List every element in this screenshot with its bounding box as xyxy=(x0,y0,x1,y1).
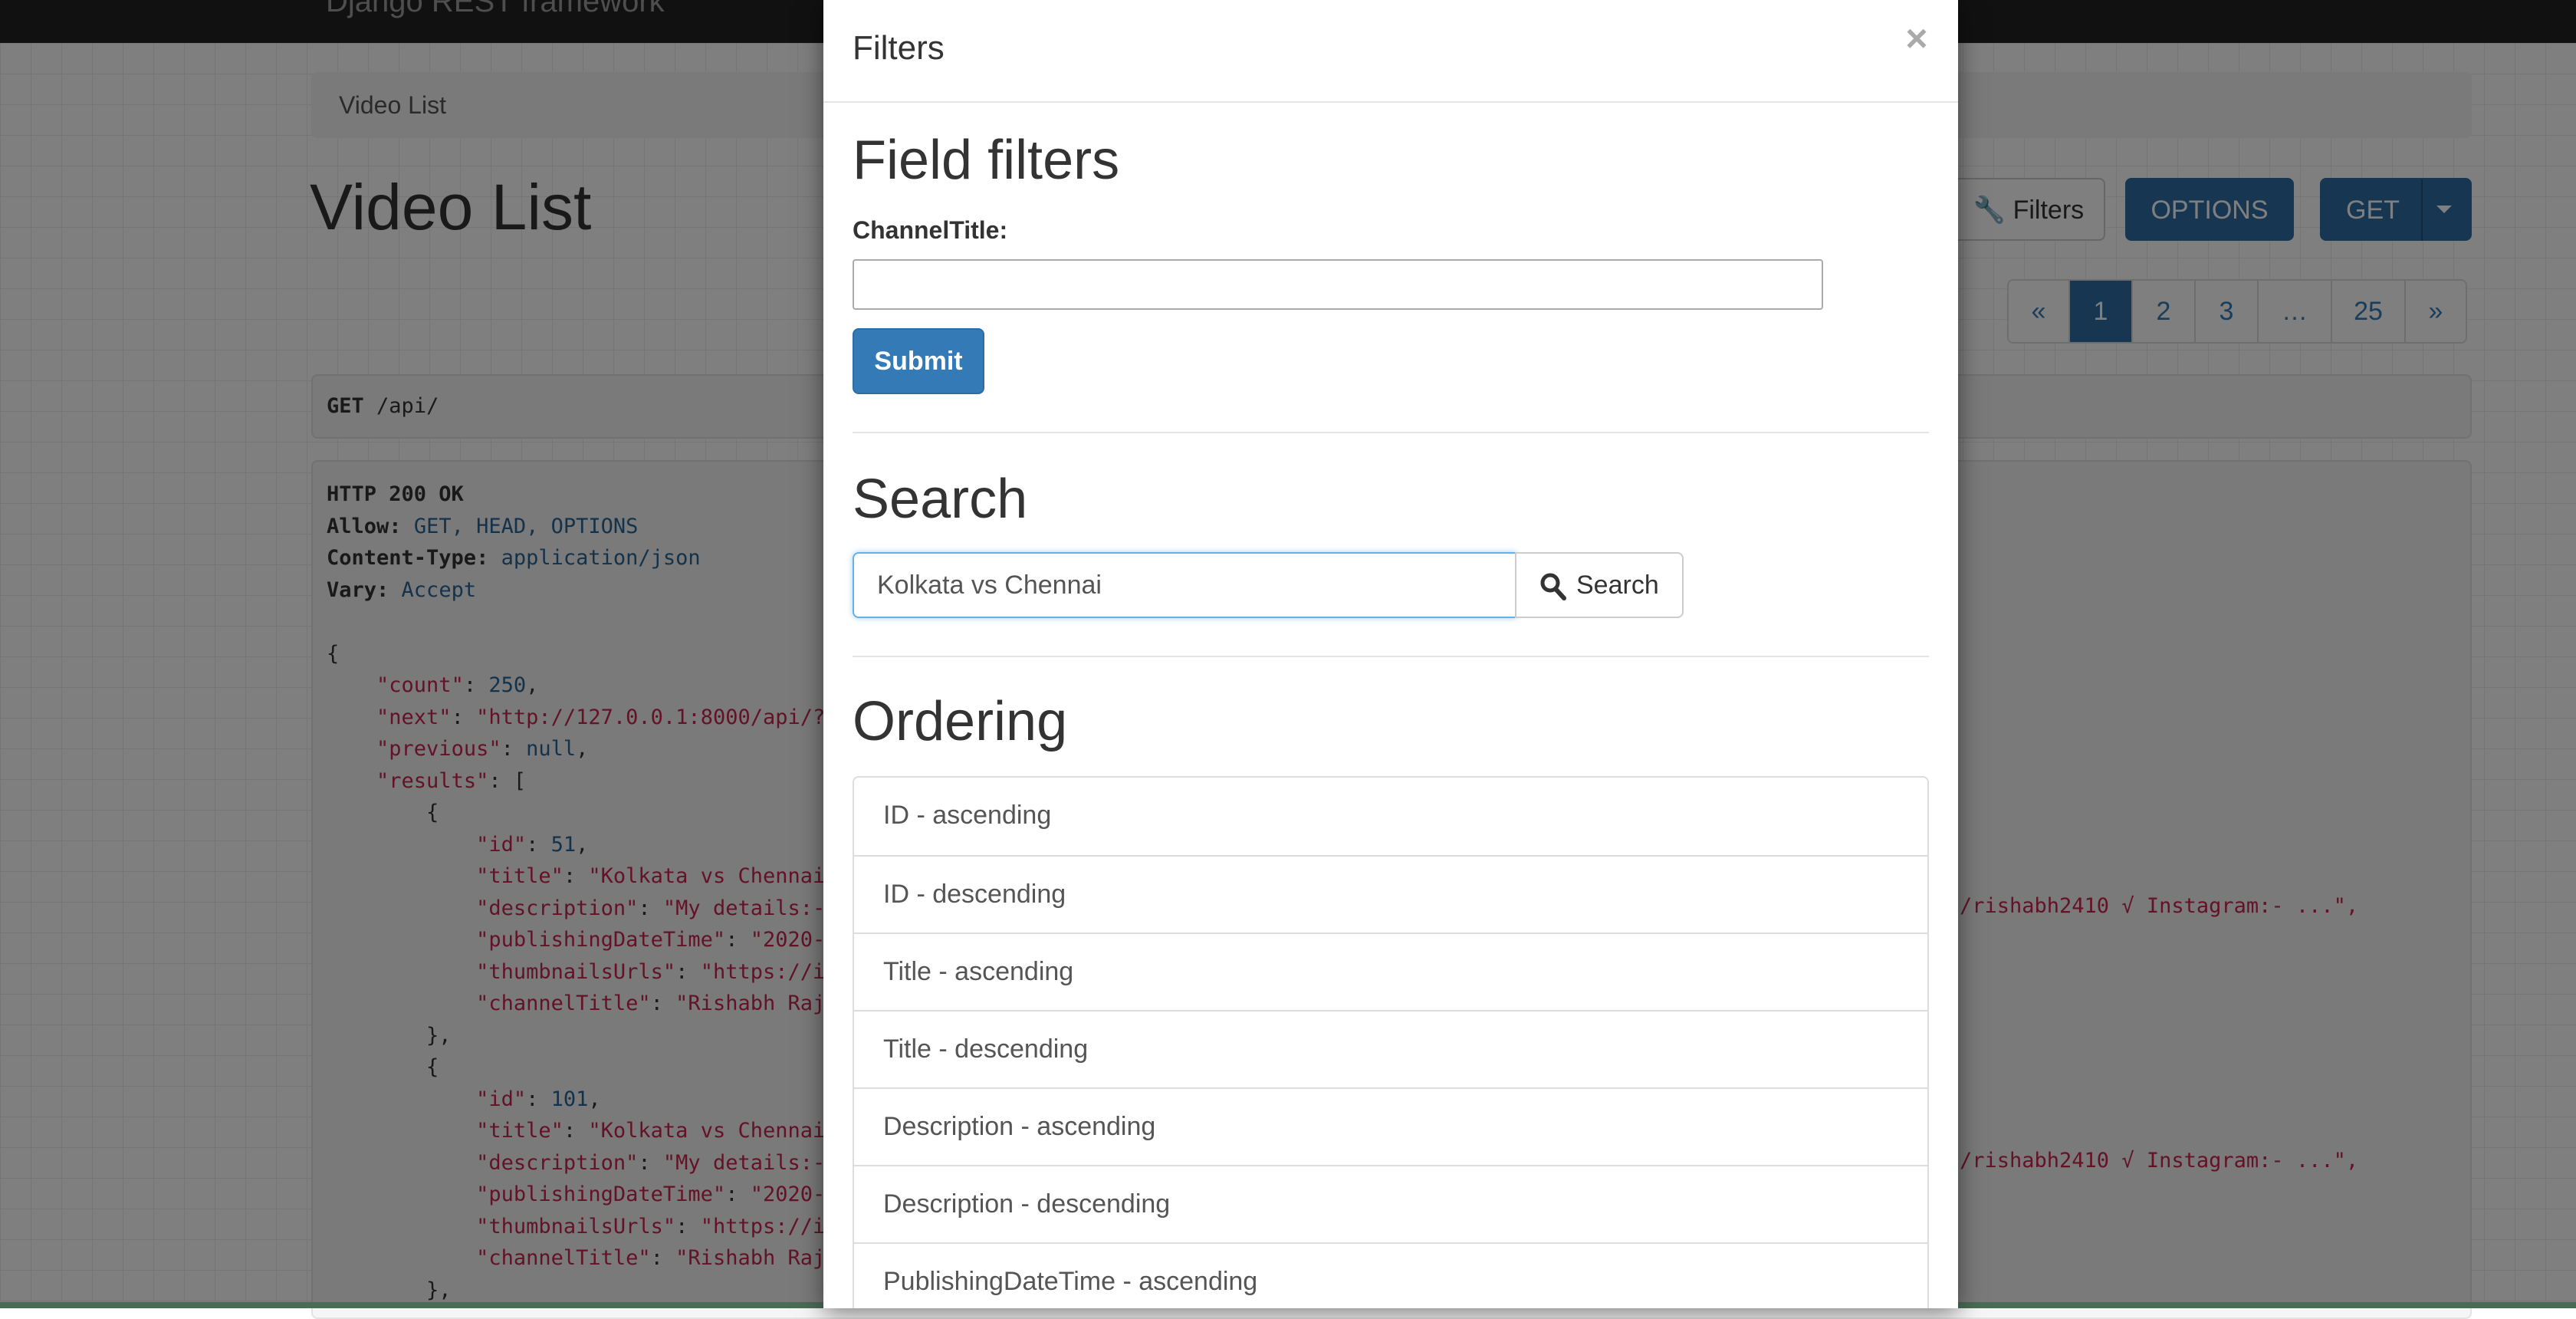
submit-button[interactable]: Submit xyxy=(853,328,984,394)
ordering-list: ID - ascending ID - descending Title - a… xyxy=(853,776,1929,1308)
ordering-item-title-desc[interactable]: Title - descending xyxy=(854,1010,1927,1087)
search-heading: Search xyxy=(853,469,1028,530)
divider xyxy=(853,656,1929,657)
ordering-item-title-asc[interactable]: Title - ascending xyxy=(854,933,1927,1010)
divider xyxy=(853,432,1929,433)
modal-header: Filters × xyxy=(823,0,1958,103)
search-button-label: Search xyxy=(1576,571,1659,600)
channel-title-label: ChannelTitle: xyxy=(853,216,1008,244)
search-button[interactable]: Search xyxy=(1515,552,1684,618)
ordering-item-publishingdatetime-asc[interactable]: PublishingDateTime - ascending xyxy=(854,1242,1927,1308)
ordering-item-id-asc[interactable]: ID - ascending xyxy=(854,778,1927,855)
field-filters-heading: Field filters xyxy=(853,130,1120,191)
channel-title-input[interactable] xyxy=(853,259,1823,310)
ordering-item-id-desc[interactable]: ID - descending xyxy=(854,855,1927,933)
ordering-item-description-desc[interactable]: Description - descending xyxy=(854,1165,1927,1242)
search-input[interactable] xyxy=(853,552,1516,618)
modal-title: Filters xyxy=(853,29,945,67)
close-icon[interactable]: × xyxy=(1900,17,1934,60)
filters-modal: Filters × Field filters ChannelTitle: Su… xyxy=(823,0,1958,1308)
ordering-heading: Ordering xyxy=(853,691,1068,752)
ordering-item-description-asc[interactable]: Description - ascending xyxy=(854,1087,1927,1165)
search-icon xyxy=(1540,573,1566,600)
